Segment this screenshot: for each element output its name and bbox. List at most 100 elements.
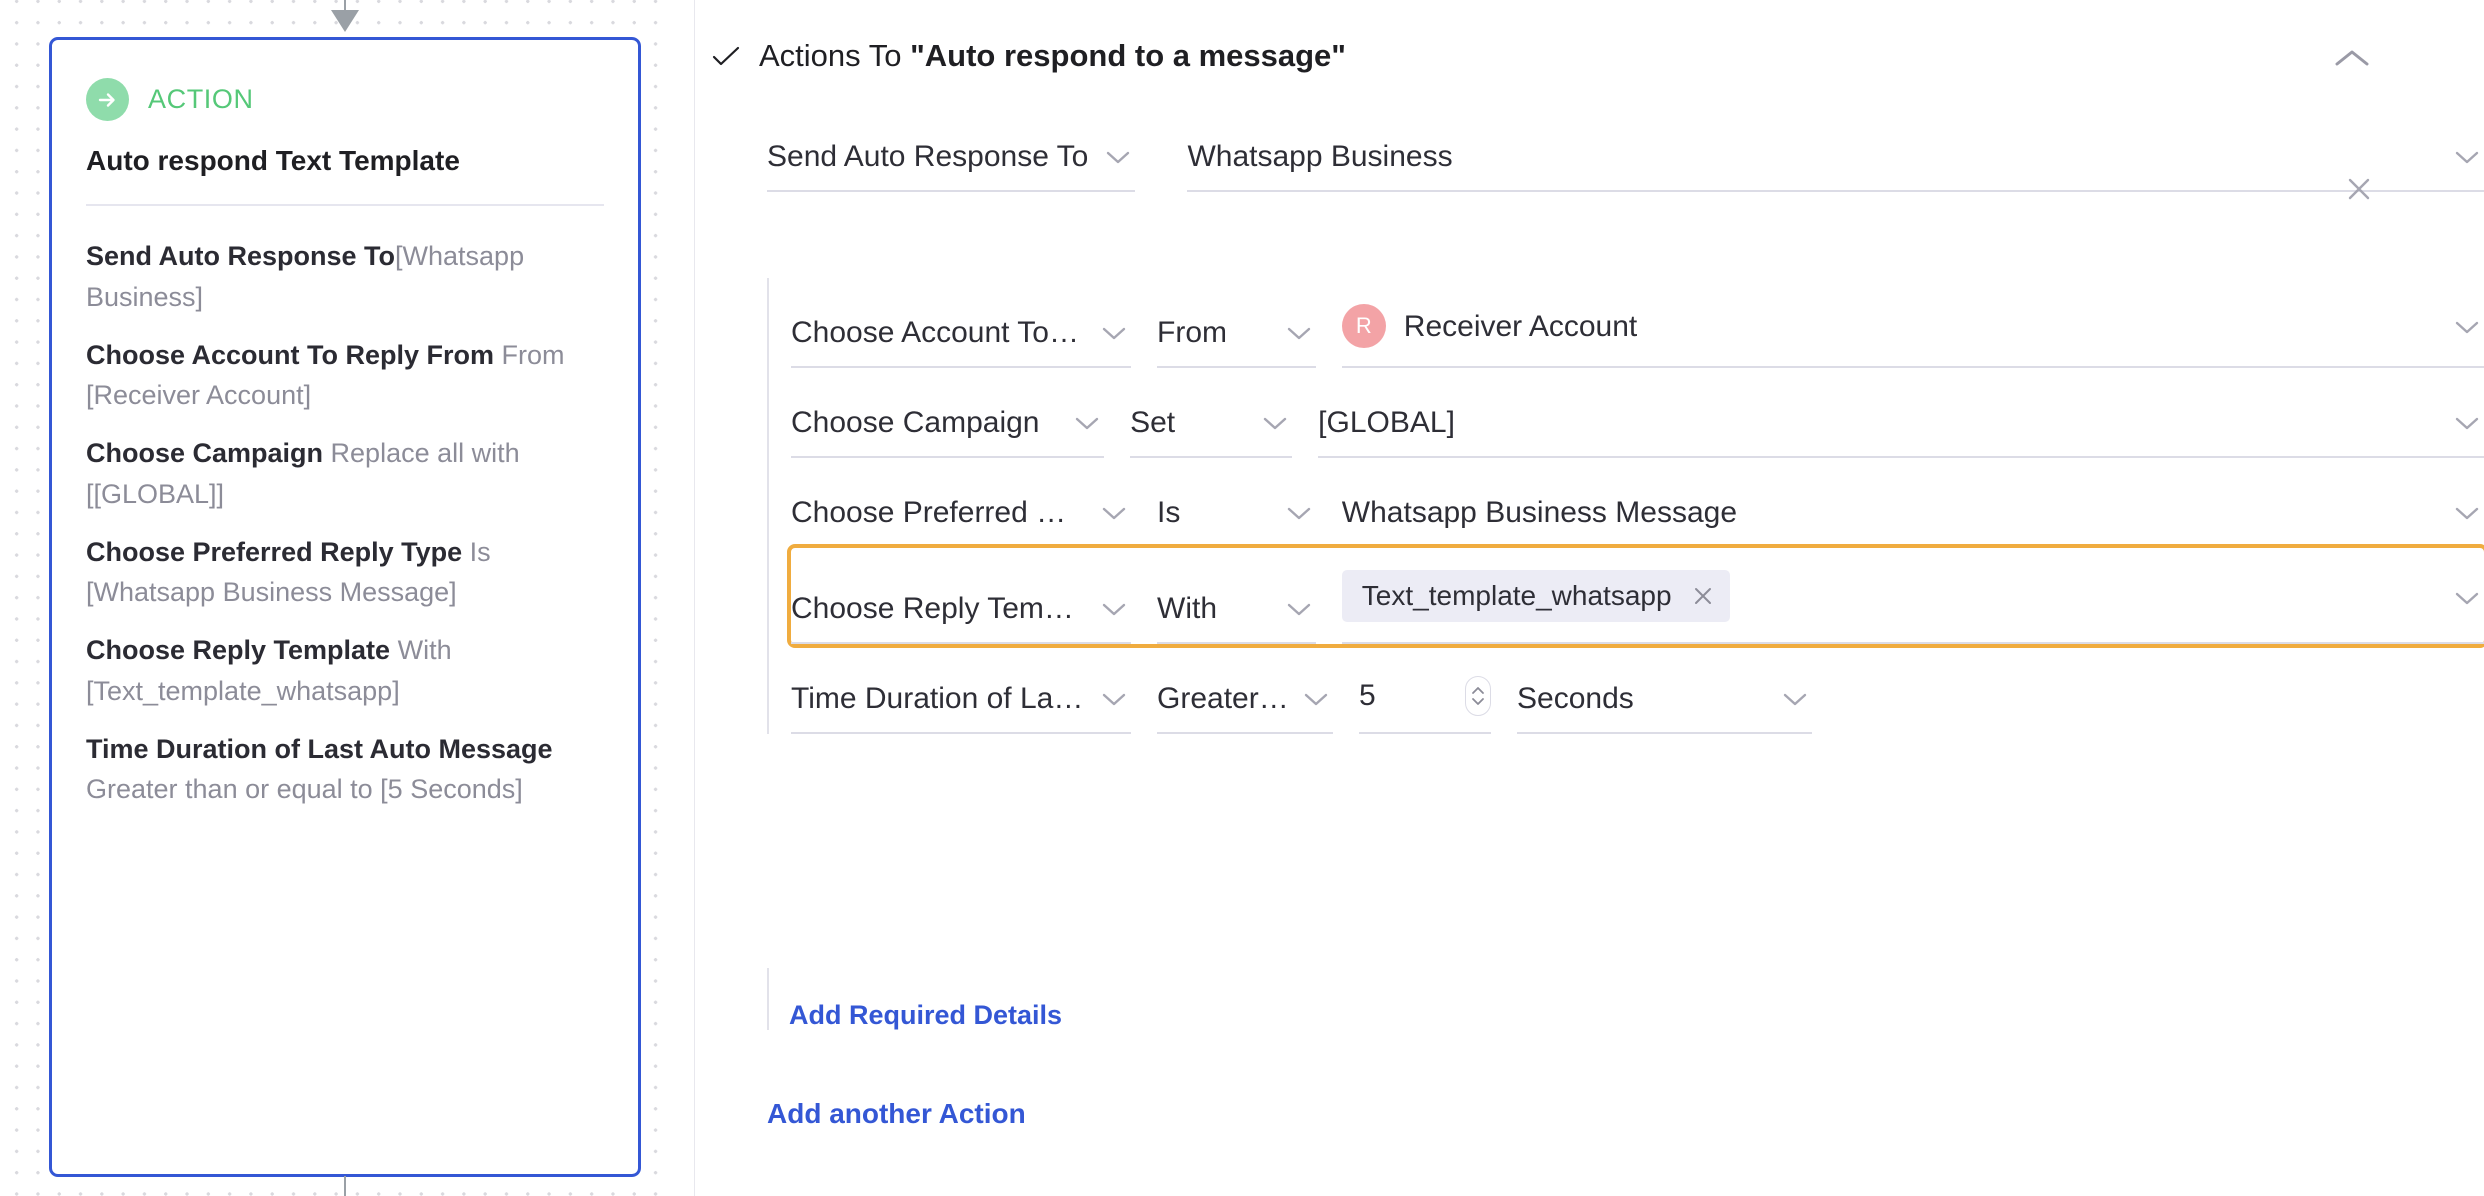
chevron-down-icon[interactable]: [1299, 691, 1333, 707]
chevron-down-icon[interactable]: [1282, 505, 1316, 521]
condition-value-select[interactable]: R Receiver Account: [1341, 304, 2484, 368]
duration-unit-value: Seconds: [1517, 682, 1634, 715]
condition-value-label: Receiver Account: [1403, 310, 1638, 343]
add-another-action-link[interactable]: Add another Action: [767, 1098, 1026, 1130]
condition-row-highlighted: Choose Reply Template With Text_template…: [787, 544, 2484, 648]
chevron-down-icon[interactable]: [2450, 319, 2484, 335]
condition-field-label: Time Duration of Last Au...: [791, 682, 1087, 715]
chevron-down-icon[interactable]: [1097, 505, 1131, 521]
action-detail-item: Choose Preferred Reply Type Is [Whatsapp…: [86, 532, 604, 614]
condition-operator-label: Is: [1157, 496, 1181, 529]
chip-label: Text_template_whatsapp: [1361, 580, 1672, 611]
action-badge-label: ACTION: [148, 84, 254, 114]
condition-field-label: Choose Preferred Reply ...: [791, 496, 1087, 529]
chevron-down-icon[interactable]: [1101, 149, 1135, 165]
condition-field-label: Choose Campaign: [791, 406, 1040, 439]
close-icon[interactable]: [2342, 172, 2376, 206]
condition-field-select[interactable]: Choose Reply Template: [791, 592, 1131, 644]
condition-row: Choose Account To Repl... From R Receive…: [791, 278, 2484, 368]
action-detail-item: Send Auto Response To[Whatsapp Business]: [86, 236, 604, 318]
add-required-details-link[interactable]: Add Required Details: [789, 1000, 1062, 1031]
condition-field-select[interactable]: Time Duration of Last Au...: [791, 682, 1131, 734]
actions-panel-header: Actions To "Auto respond to a message": [711, 38, 2468, 74]
action-detail-item: Choose Reply Template With [Text_templat…: [86, 630, 604, 712]
condition-operator-label: Set: [1130, 406, 1176, 439]
condition-operator-label: With: [1157, 592, 1217, 625]
condition-field-select[interactable]: Choose Preferred Reply ...: [791, 496, 1131, 548]
duration-unit-select[interactable]: Seconds: [1517, 682, 1812, 734]
condition-rail-tail: [767, 968, 769, 1030]
send-auto-response-to-label: Send Auto Response To: [767, 140, 1089, 173]
chevron-down-icon[interactable]: [1282, 325, 1316, 341]
condition-value-label: Whatsapp Business Message: [1341, 496, 1737, 529]
condition-value-label: [GLOBAL]: [1318, 406, 1455, 439]
outgoing-connector-line: [344, 1176, 346, 1196]
condition-operator-select[interactable]: With: [1157, 592, 1316, 644]
send-auto-response-channel-select[interactable]: Whatsapp Business: [1187, 140, 2484, 192]
actions-panel-title: Actions To "Auto respond to a message": [759, 38, 1346, 74]
detail-key: Choose Account To Reply From: [86, 339, 495, 370]
detail-key: Choose Preferred Reply Type: [86, 536, 463, 567]
condition-operator-select[interactable]: Greater tha...: [1157, 682, 1333, 734]
action-detail-list: Send Auto Response To[Whatsapp Business]…: [86, 236, 604, 810]
condition-operator-label: From: [1157, 316, 1227, 349]
duration-number-value: 5: [1359, 679, 1376, 712]
chevron-down-icon[interactable]: [2450, 505, 2484, 521]
detail-key: Choose Campaign: [86, 438, 324, 469]
close-icon[interactable]: [1690, 583, 1716, 609]
condition-value-select[interactable]: [GLOBAL]: [1318, 406, 2484, 458]
send-auto-response-row: Send Auto Response To Whatsapp Business: [767, 140, 2484, 192]
action-badge: ACTION: [86, 78, 604, 121]
condition-rows-group: Choose Account To Repl... From R Receive…: [767, 278, 2484, 734]
detail-key: Choose Reply Template: [86, 635, 391, 666]
arrow-right-circle-icon: [86, 78, 129, 121]
canvas-left-gutter: [0, 0, 12, 1196]
action-detail-item: Choose Account To Reply From From [Recei…: [86, 335, 604, 417]
detail-key: Send Auto Response To: [86, 241, 396, 271]
send-auto-response-channel-value: Whatsapp Business: [1187, 140, 1453, 173]
condition-field-label: Choose Reply Template: [791, 592, 1087, 625]
send-auto-response-to-select[interactable]: Send Auto Response To: [767, 140, 1136, 192]
condition-operator-select[interactable]: Is: [1157, 496, 1316, 548]
avatar: R: [1341, 304, 1386, 348]
chevron-down-icon[interactable]: [1097, 325, 1131, 341]
card-divider: [86, 204, 604, 206]
automation-builder-screen: ACTION Auto respond Text Template Send A…: [0, 0, 2484, 1196]
condition-operator-select[interactable]: Set: [1130, 406, 1293, 458]
condition-row: Choose Campaign Set [GLOBAL]: [791, 368, 2484, 458]
condition-operator-select[interactable]: From: [1157, 316, 1316, 368]
chevron-down-icon[interactable]: [1778, 691, 1812, 707]
chevron-down-icon[interactable]: [2450, 590, 2484, 606]
action-node-card[interactable]: ACTION Auto respond Text Template Send A…: [49, 37, 641, 1177]
canvas-right-gutter: [672, 0, 695, 1196]
condition-row: Choose Preferred Reply ... Is Whatsapp B…: [791, 458, 2484, 548]
actions-title-quoted: "Auto respond to a message": [910, 38, 1347, 73]
chevron-up-icon[interactable]: [2330, 40, 2374, 78]
chevron-down-icon[interactable]: [1282, 601, 1316, 617]
actions-title-prefix: Actions To: [759, 38, 911, 73]
selected-template-chip[interactable]: Text_template_whatsapp: [1341, 570, 1730, 622]
incoming-connector-arrow-icon: [331, 10, 359, 32]
chevron-down-icon[interactable]: [2450, 149, 2484, 165]
chevron-down-icon[interactable]: [1258, 415, 1292, 431]
condition-value-select[interactable]: Whatsapp Business Message: [1341, 496, 2484, 548]
condition-value-chip-select[interactable]: Text_template_whatsapp: [1341, 570, 2484, 644]
action-detail-item: Choose Campaign Replace all with [[GLOBA…: [86, 433, 604, 515]
chevron-down-icon[interactable]: [2450, 415, 2484, 431]
check-icon: [711, 38, 741, 73]
action-detail-item: Time Duration of Last Auto Message Great…: [86, 729, 604, 811]
actions-config-panel: Actions To "Auto respond to a message" S…: [695, 0, 2484, 1196]
condition-operator-label: Greater tha...: [1157, 682, 1289, 715]
duration-number-input[interactable]: 5: [1359, 676, 1491, 734]
chevron-down-icon[interactable]: [1097, 601, 1131, 617]
chevron-down-icon[interactable]: [1097, 691, 1131, 707]
action-card-title: Auto respond Text Template: [86, 145, 460, 176]
condition-field-label: Choose Account To Repl...: [791, 316, 1087, 349]
chevron-down-icon[interactable]: [1070, 415, 1104, 431]
flow-canvas[interactable]: ACTION Auto respond Text Template Send A…: [0, 0, 695, 1196]
detail-value: Greater than or equal to [5 Seconds]: [86, 774, 523, 805]
condition-field-select[interactable]: Choose Campaign: [791, 406, 1105, 458]
stepper-updown-icon[interactable]: [1465, 676, 1491, 716]
condition-field-select[interactable]: Choose Account To Repl...: [791, 316, 1131, 368]
detail-key: Time Duration of Last Auto Message: [86, 733, 553, 764]
